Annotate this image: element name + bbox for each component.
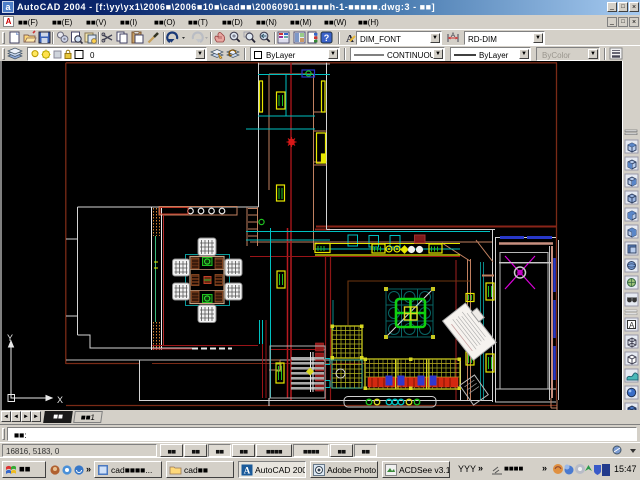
- svg-text:?: ?: [324, 33, 330, 43]
- svg-text:X: X: [57, 395, 63, 405]
- svg-text:A: A: [629, 321, 635, 330]
- svg-text:Y: Y: [7, 333, 13, 343]
- svg-text:A: A: [451, 33, 455, 39]
- svg-text:A: A: [244, 466, 251, 476]
